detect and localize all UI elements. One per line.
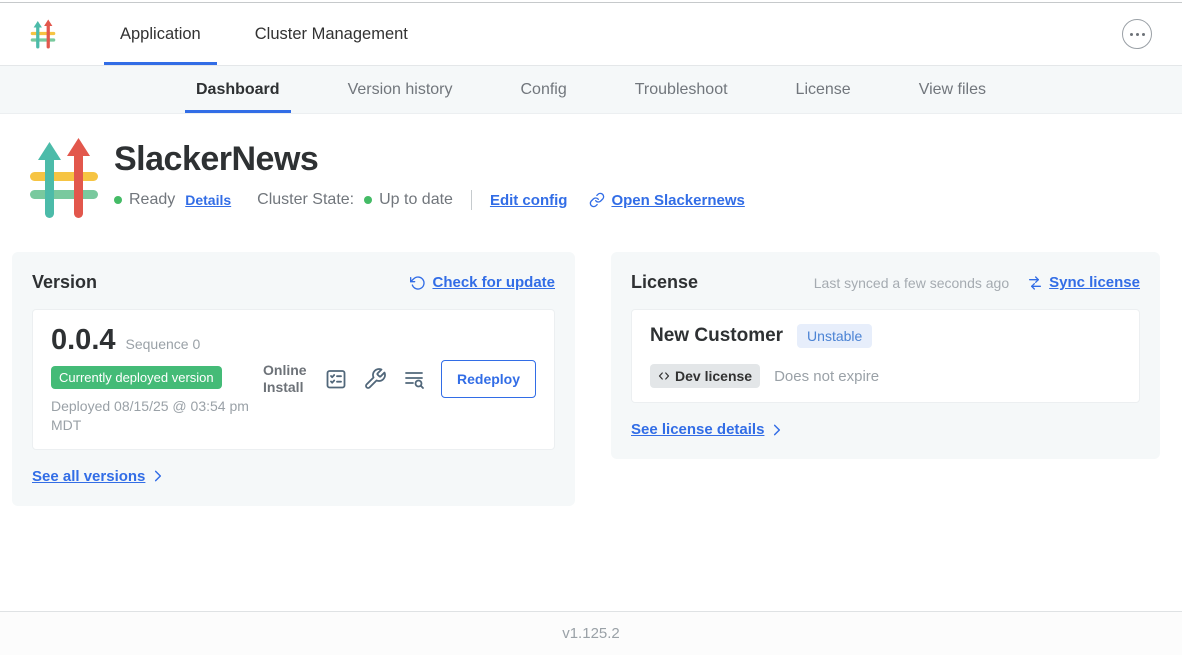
release-notes-icon[interactable] (324, 367, 348, 391)
sync-license-label: Sync license (1049, 274, 1140, 291)
install-type-label: Online Install (263, 362, 309, 397)
license-customer-row: New Customer Unstable (650, 324, 1121, 348)
sync-arrows-icon (1027, 275, 1043, 291)
app-logo-icon (28, 138, 100, 218)
subnav-version-history-label: Version history (348, 81, 453, 99)
license-type-label: Dev license (675, 368, 752, 384)
tab-application[interactable]: Application (104, 3, 217, 65)
current-version-panel: 0.0.4 Sequence 0 Currently deployed vers… (32, 309, 555, 450)
chevron-right-icon (770, 423, 784, 437)
version-card-title: Version (32, 272, 97, 293)
primary-tabs: Application Cluster Management (104, 3, 446, 65)
cluster-state-dot-icon (364, 196, 372, 204)
sync-license-link[interactable]: Sync license (1027, 274, 1140, 291)
last-synced-text: Last synced a few seconds ago (814, 275, 1009, 291)
see-all-versions-label: See all versions (32, 468, 145, 485)
console-version-label: v1.125.2 (562, 625, 620, 642)
external-link-icon (589, 192, 605, 208)
deployed-timestamp: Deployed 08/15/25 @ 03:54 pm MDT (51, 397, 263, 435)
license-details-panel: New Customer Unstable Dev license Does n… (631, 309, 1140, 403)
version-number: 0.0.4 (51, 324, 116, 357)
subnav-dashboard-label: Dashboard (196, 81, 280, 99)
subnav-item-version-history[interactable]: Version history (314, 66, 487, 113)
license-type-row: Dev license Does not expire (650, 364, 1121, 388)
ready-status-dot-icon (114, 196, 122, 204)
check-for-update-label: Check for update (432, 274, 555, 291)
top-navbar: Application Cluster Management (0, 3, 1182, 66)
console-footer: v1.125.2 (0, 611, 1182, 655)
app-header-text: SlackerNews Ready Details Cluster State:… (114, 138, 745, 218)
app-status-row: Ready Details Cluster State: Up to date … (114, 190, 745, 210)
subnav-item-dashboard[interactable]: Dashboard (162, 66, 314, 113)
subnav-item-view-files[interactable]: View files (885, 66, 1020, 113)
see-license-details-link[interactable]: See license details (631, 421, 784, 438)
customer-name: New Customer (650, 325, 783, 347)
cluster-state-label: Cluster State: (257, 191, 354, 209)
version-number-row: 0.0.4 Sequence 0 (51, 324, 263, 357)
version-card: Version Check for update 0.0.4 Sequence … (12, 252, 575, 506)
app-subnav: Dashboard Version history Config Trouble… (0, 66, 1182, 114)
config-wrench-icon[interactable] (363, 367, 387, 391)
check-for-update-link[interactable]: Check for update (410, 274, 555, 291)
page-title: SlackerNews (114, 140, 745, 179)
subnav-item-troubleshoot[interactable]: Troubleshoot (601, 66, 762, 113)
subnav-license-label: License (796, 81, 851, 99)
refresh-icon (410, 275, 426, 291)
license-card-header: License Last synced a few seconds ago Sy… (631, 272, 1140, 293)
subnav-config-label: Config (521, 81, 567, 99)
subnav-view-files-label: View files (919, 81, 986, 99)
subnav-item-config[interactable]: Config (487, 66, 601, 113)
channel-badge: Unstable (797, 324, 872, 348)
license-card: License Last synced a few seconds ago Sy… (611, 252, 1160, 459)
license-card-title: License (631, 272, 698, 293)
divider (471, 190, 472, 210)
see-all-versions-link[interactable]: See all versions (32, 468, 165, 485)
license-expiration-text: Does not expire (774, 368, 879, 385)
see-license-details-label: See license details (631, 421, 764, 438)
tab-application-label: Application (120, 25, 201, 44)
app-status-text: Ready (129, 191, 175, 209)
license-type-badge: Dev license (650, 364, 760, 388)
version-actions: Online Install Redeploy (263, 360, 536, 398)
more-menu-button[interactable] (1122, 19, 1152, 49)
tab-cluster-management-label: Cluster Management (255, 25, 408, 44)
code-brackets-icon (658, 370, 670, 382)
deployed-status-badge: Currently deployed version (51, 366, 222, 389)
deploy-logs-icon[interactable] (402, 367, 426, 391)
subnav-troubleshoot-label: Troubleshoot (635, 81, 728, 99)
redeploy-button[interactable]: Redeploy (441, 360, 536, 398)
dashboard-cards: Version Check for update 0.0.4 Sequence … (12, 252, 1160, 506)
version-info: 0.0.4 Sequence 0 Currently deployed vers… (51, 324, 263, 435)
cluster-state-value: Up to date (379, 191, 453, 209)
app-header: SlackerNews Ready Details Cluster State:… (28, 138, 1160, 218)
subnav-item-license[interactable]: License (762, 66, 885, 113)
sequence-label: Sequence 0 (126, 336, 201, 352)
open-slackernews-link[interactable]: Open Slackernews (589, 192, 744, 209)
open-slackernews-label: Open Slackernews (611, 192, 744, 209)
tab-cluster-management[interactable]: Cluster Management (239, 3, 424, 65)
version-card-header: Version Check for update (32, 272, 555, 293)
dashboard-main: SlackerNews Ready Details Cluster State:… (0, 114, 1182, 506)
details-link[interactable]: Details (185, 192, 231, 208)
edit-config-link[interactable]: Edit config (490, 192, 568, 209)
chevron-right-icon (151, 469, 165, 483)
product-logo-icon (30, 19, 56, 49)
ellipsis-icon (1130, 33, 1133, 36)
